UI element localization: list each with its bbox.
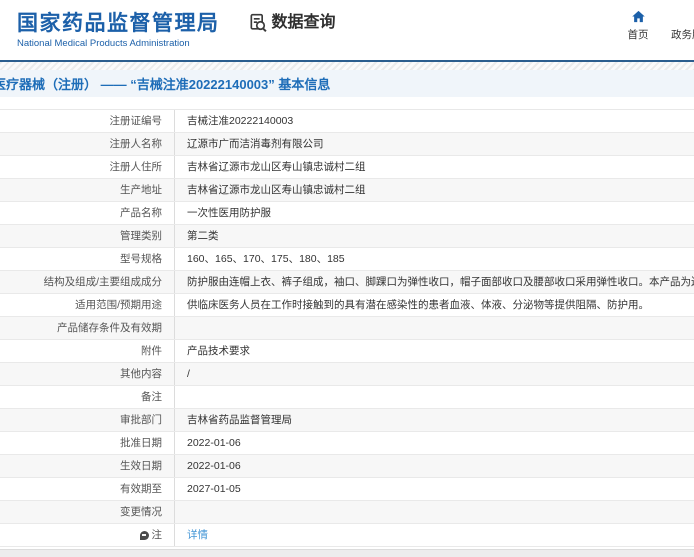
table-row: 变更情况: [0, 501, 694, 524]
row-label: 管理类别: [0, 225, 175, 247]
footer-band: [0, 549, 694, 557]
row-label: 变更情况: [0, 501, 175, 523]
table-row: 附件 产品技术要求: [0, 340, 694, 363]
row-label-text: 管理类别: [120, 230, 162, 242]
table-row: 备注: [0, 386, 694, 409]
row-value: 吉林省辽源市龙山区寿山镇忠诚村二组: [187, 184, 366, 196]
row-label: 注册人住所: [0, 156, 175, 178]
table-row: 产品名称 一次性医用防护服: [0, 202, 694, 225]
row-label: 生效日期: [0, 455, 175, 477]
row-label-text: 产品储存条件及有效期: [57, 322, 162, 334]
row-label: 注册证编号: [0, 110, 175, 132]
row-label-text: 注册人名称: [109, 138, 163, 150]
row-label-text: 适用范围/预期用途: [75, 299, 162, 311]
breadcrumb: 医疗器械（注册） —— “吉械注准20222140003” 基本信息: [0, 77, 331, 92]
row-label: 生产地址: [0, 179, 175, 201]
logo-title-cn: 国家药品监督管理局: [17, 12, 220, 35]
top-nav: 首页 政务服务: [612, 9, 694, 42]
table-row: 注册人名称 辽源市广而洁消毒剂有限公司: [0, 133, 694, 156]
row-value: 160、165、170、175、180、185: [187, 253, 345, 265]
logo-subtitle-en: National Medical Products Administration: [17, 38, 190, 49]
table-row: 有效期至 2027-01-05: [0, 478, 694, 501]
data-query-heading: 数据查询: [248, 13, 336, 33]
table-row: 其他内容 /: [0, 363, 694, 386]
row-label: 注册人名称: [0, 133, 175, 155]
nmpa-logo[interactable]: 国家药品监督管理局 National Medical Products Admi…: [17, 11, 220, 49]
row-label: 有效期至: [0, 478, 175, 500]
row-value: [175, 317, 694, 339]
row-label-text: 生产地址: [120, 184, 162, 196]
table-row: 注详情: [0, 524, 694, 547]
table-row: 结构及组成/主要组成成分 防护服由连帽上衣、裤子组成，袖口、脚踝口为弹性收口，帽子…: [0, 271, 694, 294]
breadcrumb-bar: 医疗器械（注册） —— “吉械注准20222140003” 基本信息: [0, 70, 694, 97]
row-label-text: 审批部门: [120, 414, 162, 426]
row-label: 注: [0, 524, 175, 546]
row-label: 型号规格: [0, 248, 175, 270]
row-label-text: 注: [151, 529, 163, 541]
table-row: 型号规格 160、165、170、175、180、185: [0, 248, 694, 271]
row-value: 供临床医务人员在工作时接触到的具有潜在感染性的患者血液、体液、分泌物等提供阻隔、…: [187, 299, 649, 311]
row-label: 审批部门: [0, 409, 175, 431]
row-label-text: 备注: [141, 391, 162, 403]
table-row: 产品储存条件及有效期: [0, 317, 694, 340]
row-value: [175, 386, 694, 408]
nav-home-label: 首页: [627, 29, 649, 41]
row-value: 防护服由连帽上衣、裤子组成，袖口、脚踝口为弹性收口，帽子面部收口及腰部收口采用弹…: [187, 276, 694, 288]
nav-gov-service[interactable]: 政务服务: [664, 9, 694, 42]
detail-link[interactable]: 详情: [175, 524, 694, 546]
row-label: 备注: [0, 386, 175, 408]
data-query-icon: [250, 13, 267, 33]
row-value: 吉林省辽源市龙山区寿山镇忠诚村二组: [187, 161, 366, 173]
hatch-band: [0, 62, 694, 70]
table-row: 生产地址 吉林省辽源市龙山区寿山镇忠诚村二组: [0, 179, 694, 202]
row-value: 吉林省药品监督管理局: [187, 414, 292, 426]
row-value: 辽源市广而洁消毒剂有限公司: [187, 138, 324, 150]
row-value: /: [187, 368, 190, 380]
row-value: [175, 501, 694, 523]
nav-gov-service-label: 政务服务: [671, 29, 694, 41]
row-value: 一次性医用防护服: [187, 207, 271, 219]
row-label: 其他内容: [0, 363, 175, 385]
row-label-text: 批准日期: [120, 437, 162, 449]
content-spacer: [0, 97, 694, 109]
data-query-title: 数据查询: [271, 14, 336, 31]
row-label: 批准日期: [0, 432, 175, 454]
table-row: 批准日期 2022-01-06: [0, 432, 694, 455]
table-row: 适用范围/预期用途 供临床医务人员在工作时接触到的具有潜在感染性的患者血液、体液、…: [0, 294, 694, 317]
table-row: 管理类别 第二类: [0, 225, 694, 248]
row-label: 产品储存条件及有效期: [0, 317, 175, 339]
row-label: 产品名称: [0, 202, 175, 224]
table-row: 审批部门 吉林省药品监督管理局: [0, 409, 694, 432]
row-label: 附件: [0, 340, 175, 362]
home-icon: [631, 10, 645, 23]
row-value: 第二类: [187, 230, 219, 242]
row-value: 2022-01-06: [187, 437, 241, 449]
row-label-text: 变更情况: [120, 506, 162, 518]
nav-home[interactable]: 首页: [612, 9, 664, 42]
registration-detail-table: 注册证编号 吉械注准20222140003 注册人名称 辽源市广而洁消毒剂有限公司 注册…: [0, 109, 694, 547]
table-row: 注册证编号 吉械注准20222140003: [0, 110, 694, 133]
row-label: 结构及组成/主要组成成分: [0, 271, 175, 293]
row-value: 产品技术要求: [187, 345, 250, 357]
row-label-text: 附件: [141, 345, 162, 357]
row-label-text: 有效期至: [120, 483, 162, 495]
row-label-text: 注册证编号: [109, 115, 163, 127]
row-label: 适用范围/预期用途: [0, 294, 175, 316]
table-row: 注册人住所 吉林省辽源市龙山区寿山镇忠诚村二组: [0, 156, 694, 179]
row-label-text: 型号规格: [120, 253, 162, 265]
row-value: 吉械注准20222140003: [187, 115, 294, 127]
row-label-text: 生效日期: [120, 460, 162, 472]
table-row: 生效日期 2022-01-06: [0, 455, 694, 478]
row-label-text: 其他内容: [120, 368, 162, 380]
row-value: 2027-01-05: [187, 483, 241, 495]
row-value: 2022-01-06: [187, 460, 241, 472]
page-header: 国家药品监督管理局 National Medical Products Admi…: [0, 0, 694, 60]
row-label-text: 结构及组成/主要组成成分: [43, 276, 162, 288]
note-icon: [139, 530, 149, 540]
row-label-text: 产品名称: [120, 207, 162, 219]
row-label-text: 注册人住所: [109, 161, 163, 173]
